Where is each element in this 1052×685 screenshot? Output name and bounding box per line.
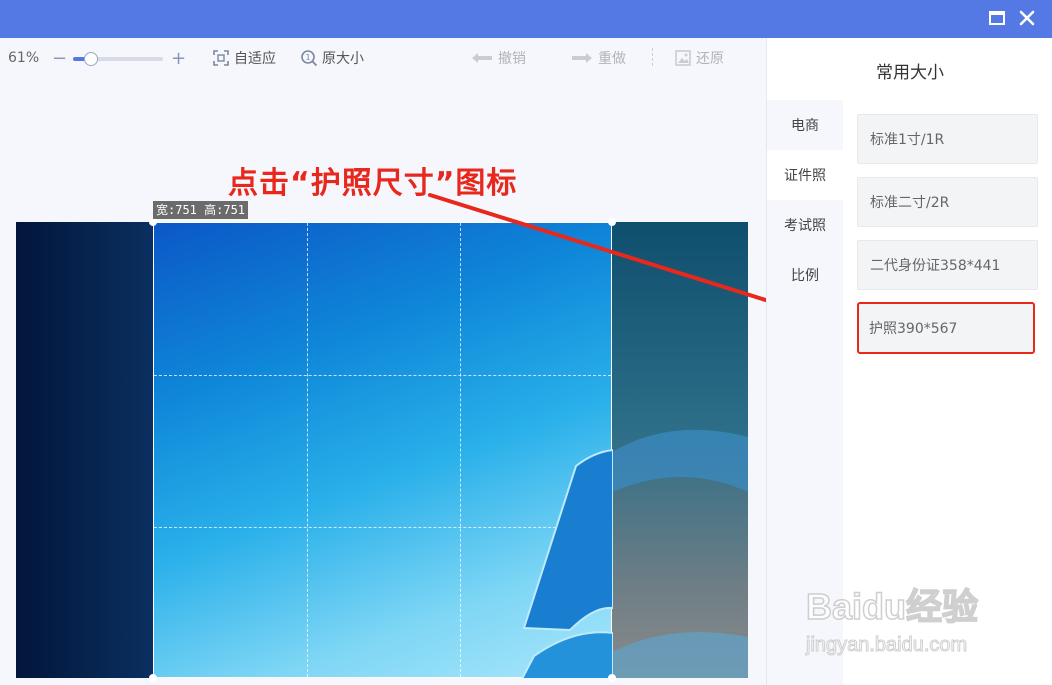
watermark-logo-text: Baidu经验 — [805, 585, 979, 628]
title-bar — [0, 0, 1052, 38]
image-outside-right — [612, 222, 748, 678]
crop-grid-line — [307, 223, 308, 677]
image-icon — [675, 50, 691, 66]
size-preset-item[interactable]: 标准二寸/2R — [857, 177, 1038, 227]
size-preset-passport[interactable]: 护照390*567 — [857, 302, 1035, 354]
undo-label: 撤销 — [498, 51, 526, 67]
windows-logo-fragment — [612, 429, 748, 678]
windows-logo-fragment — [521, 448, 613, 678]
baidu-watermark: Baidu经验 jingyan.baidu.com — [805, 578, 1026, 668]
restore-label: 还原 — [696, 51, 724, 67]
crop-grid-line — [154, 375, 611, 376]
toolbar-divider — [652, 48, 653, 66]
maximize-icon — [989, 11, 1005, 25]
size-preset-item[interactable]: 二代身份证358*441 — [857, 240, 1038, 290]
crop-handle-bottom-left[interactable] — [149, 674, 157, 682]
close-icon — [1019, 10, 1035, 26]
fit-screen-icon — [213, 50, 229, 66]
redo-button[interactable]: 重做 — [570, 48, 626, 68]
undo-arrow-icon — [472, 53, 492, 63]
tab-exam-photo[interactable]: 考试照 — [767, 200, 843, 250]
crop-box[interactable] — [153, 222, 613, 678]
watermark-url: jingyan.baidu.com — [805, 634, 968, 657]
crop-handle-top-right[interactable] — [608, 218, 616, 226]
tab-ecommerce[interactable]: 电商 — [767, 100, 843, 150]
size-preset-item[interactable]: 标准1寸/1R — [857, 114, 1038, 164]
zoom-out-button[interactable]: − — [52, 48, 67, 69]
crop-grid-line — [460, 223, 461, 677]
crop-handle-top-left[interactable] — [149, 218, 157, 226]
maximize-button[interactable] — [984, 5, 1010, 31]
magnifier-icon: 1 — [301, 50, 318, 67]
fit-label: 自适应 — [234, 51, 276, 67]
crop-size-label: 宽:751 高:751 — [153, 201, 249, 219]
tab-ratio[interactable]: 比例 — [767, 250, 843, 300]
fit-button[interactable]: 自适应 — [212, 48, 276, 68]
image-outside-left — [16, 222, 153, 678]
svg-text:1: 1 — [305, 53, 310, 62]
zoom-slider-handle[interactable] — [84, 52, 98, 66]
original-size-button[interactable]: 1 原大小 — [300, 48, 364, 68]
redo-arrow-icon — [572, 53, 592, 63]
tab-id-photo[interactable]: 证件照 — [767, 150, 843, 200]
panel-title: 常用大小 — [876, 63, 944, 83]
restore-button[interactable]: 还原 — [674, 48, 724, 68]
undo-button[interactable]: 撤销 — [470, 48, 526, 68]
zoom-slider[interactable] — [73, 52, 163, 66]
tutorial-annotation-text: 点击“护照尺寸”图标 — [228, 166, 518, 201]
crop-handle-bottom-right[interactable] — [608, 674, 616, 682]
original-size-label: 原大小 — [322, 51, 364, 67]
redo-label: 重做 — [598, 51, 626, 67]
close-button[interactable] — [1014, 5, 1040, 31]
image-preview — [16, 222, 748, 678]
zoom-in-button[interactable]: + — [171, 48, 186, 69]
zoom-value: 61% — [8, 50, 40, 66]
